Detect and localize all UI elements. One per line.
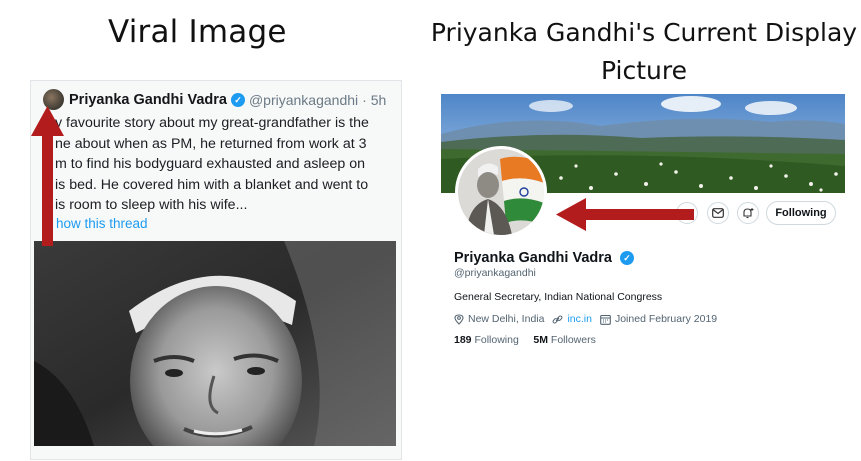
notifications-button[interactable] <box>737 202 759 224</box>
red-arrow-up <box>31 106 64 246</box>
location-icon <box>454 313 464 325</box>
tweet-header: Priyanka Gandhi Vadra ✓ @priyankagandhi … <box>43 89 386 110</box>
followers-label: Followers <box>550 334 596 346</box>
following-label: Following <box>474 334 519 346</box>
profile-joined: Joined February 2019 <box>614 313 718 325</box>
nehru-flag-avatar <box>458 149 544 235</box>
tweet-time: · 5h <box>362 91 387 108</box>
link-icon <box>553 314 563 324</box>
tweet-author-handle: @priyankagandhi <box>248 91 359 108</box>
mail-icon <box>712 208 724 218</box>
profile-name: Priyanka Gandhi Vadra <box>454 250 612 266</box>
profile-meta: New Delhi, India inc.in Joined February … <box>454 313 717 325</box>
tweet-author-name: Priyanka Gandhi Vadra <box>69 91 227 108</box>
avatar-image <box>458 149 544 235</box>
notify-icon <box>743 208 754 219</box>
message-button[interactable] <box>707 202 729 224</box>
following-count: 189 <box>454 334 472 346</box>
comparison-canvas: Viral Image Priyanka Gandhi's Current Di… <box>0 0 861 461</box>
nehru-photo <box>34 241 396 446</box>
show-thread-link[interactable]: how this thread <box>56 216 148 231</box>
profile-handle: @priyankagandhi <box>454 267 536 279</box>
profile-bio: General Secretary, Indian National Congr… <box>454 291 663 303</box>
profile-name-row: Priyanka Gandhi Vadra ✓ <box>454 250 634 266</box>
nehru-portrait-image <box>34 241 396 446</box>
calendar-icon <box>600 314 611 325</box>
red-arrow-left <box>556 198 694 231</box>
followers-stat[interactable]: 5M Followers <box>533 334 595 346</box>
following-button[interactable]: Following <box>766 201 836 225</box>
profile-stats: 189 Following 5M Followers <box>454 334 596 346</box>
verified-icon: ✓ <box>230 92 245 107</box>
viral-image-caption: Viral Image <box>108 14 287 50</box>
viral-tweet-screenshot: Priyanka Gandhi Vadra ✓ @priyankagandhi … <box>30 80 402 460</box>
following-stat[interactable]: 189 Following <box>454 334 519 346</box>
verified-icon: ✓ <box>620 251 634 266</box>
profile-website-link[interactable]: inc.in <box>567 313 592 325</box>
tweet-text: y favourite story about my great-grandfa… <box>55 115 369 214</box>
profile-location: New Delhi, India <box>468 313 545 325</box>
profile-avatar[interactable] <box>455 146 547 238</box>
followers-count: 5M <box>533 334 548 346</box>
current-dp-caption: Priyanka Gandhi's Current Display Pictur… <box>430 18 858 85</box>
